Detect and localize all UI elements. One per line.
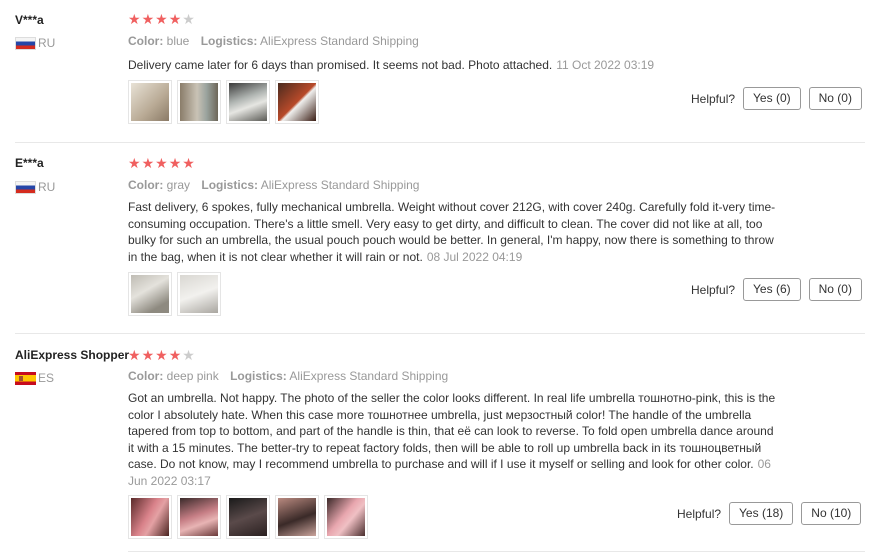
color-label: Color: (128, 34, 164, 48)
country-code: ES (38, 371, 55, 385)
star-icon: ★ (168, 347, 183, 363)
helpful-label: Helpful? (691, 282, 736, 297)
color-value: blue (166, 34, 190, 48)
russia-flag-icon (15, 180, 36, 194)
review-photo[interactable] (177, 495, 221, 539)
star-empty-icon: ★ (182, 11, 196, 27)
reviewer-country: RU (15, 180, 55, 194)
review-photo[interactable] (128, 80, 172, 124)
review-photos (128, 80, 319, 124)
star-icon: ★ (182, 155, 196, 171)
star-icon: ★ (128, 11, 142, 27)
star-icon: ★ (141, 11, 156, 27)
color-label: Color: (128, 369, 164, 383)
helpful-label: Helpful? (677, 506, 722, 521)
star-empty-icon: ★ (182, 347, 196, 363)
review-item: AliExpress Shopper ES ★★★★★ Color: deep … (0, 334, 865, 553)
star-icon: ★ (128, 347, 142, 363)
review-photos (128, 495, 368, 539)
review-date: 11 Oct 2022 03:19 (556, 58, 655, 72)
helpful-yes-button[interactable]: Yes (0) (743, 87, 801, 110)
review-photo[interactable] (275, 495, 319, 539)
logistics-value: AliExpress Standard Shipping (260, 34, 419, 48)
review-divider (128, 551, 865, 552)
star-icon: ★ (155, 347, 169, 363)
review-photo[interactable] (226, 495, 270, 539)
helpful-no-button[interactable]: No (10) (801, 502, 862, 525)
logistics-value: AliExpress Standard Shipping (289, 369, 449, 383)
order-attributes: Color: deep pink Logistics: AliExpress S… (128, 369, 448, 383)
reviewer-name: E***a (15, 156, 44, 170)
logistics-label: Logistics: (201, 178, 259, 192)
review-text-block: Delivery came later for 6 days than prom… (128, 57, 778, 74)
color-label: Color: (128, 178, 164, 192)
review-photo[interactable] (128, 272, 172, 316)
star-rating: ★★★★★ (128, 156, 196, 170)
order-attributes: Color: blue Logistics: AliExpress Standa… (128, 34, 419, 48)
reviewer-country: ES (15, 371, 54, 385)
logistics-label: Logistics: (200, 34, 258, 48)
review-text: Delivery came later for 6 days than prom… (128, 58, 553, 72)
helpful-votes: Helpful? Yes (6) No (0) (691, 278, 862, 301)
reviewer-name: V***a (15, 13, 44, 27)
review-photo[interactable] (177, 80, 221, 124)
review-text: Got an umbrella. Not happy. The photo of… (128, 391, 776, 471)
review-photo[interactable] (324, 495, 368, 539)
order-attributes: Color: gray Logistics: AliExpress Standa… (128, 178, 419, 192)
star-icon: ★ (141, 347, 156, 363)
russia-flag-icon (15, 36, 36, 50)
helpful-yes-button[interactable]: Yes (18) (729, 502, 794, 525)
color-value: gray (166, 178, 191, 192)
review-photos (128, 272, 221, 316)
star-icon: ★ (141, 155, 156, 171)
reviewer-country: RU (15, 36, 55, 50)
color-value: deep pink (166, 369, 219, 383)
helpful-votes: Helpful? Yes (0) No (0) (691, 87, 862, 110)
helpful-label: Helpful? (691, 91, 736, 106)
review-text-block: Got an umbrella. Not happy. The photo of… (128, 390, 778, 489)
star-rating: ★★★★★ (128, 12, 196, 26)
country-code: RU (38, 36, 56, 50)
logistics-label: Logistics: (230, 369, 287, 383)
logistics-value: AliExpress Standard Shipping (260, 178, 420, 192)
review-item: V***a RU ★★★★★ Color: blue Logistics: Al… (0, 0, 865, 143)
star-icon: ★ (168, 11, 183, 27)
country-code: RU (38, 180, 56, 194)
helpful-no-button[interactable]: No (0) (808, 278, 862, 301)
helpful-no-button[interactable]: No (0) (808, 87, 862, 110)
star-icon: ★ (128, 155, 142, 171)
review-photo[interactable] (128, 495, 172, 539)
review-photo[interactable] (226, 80, 270, 124)
helpful-yes-button[interactable]: Yes (6) (743, 278, 801, 301)
reviewer-name: AliExpress Shopper (15, 348, 130, 362)
review-photo[interactable] (177, 272, 221, 316)
star-icon: ★ (168, 155, 183, 171)
review-item: E***a RU ★★★★★ Color: gray Logistics: Al… (0, 143, 865, 333)
star-icon: ★ (155, 155, 169, 171)
review-text-block: Fast delivery, 6 spokes, fully mechanica… (128, 199, 778, 265)
review-photo[interactable] (275, 80, 319, 124)
star-icon: ★ (155, 11, 169, 27)
star-rating: ★★★★★ (128, 348, 196, 362)
helpful-votes: Helpful? Yes (18) No (10) (677, 502, 862, 525)
review-date: 08 Jul 2022 04:19 (426, 249, 523, 264)
spain-flag-icon (15, 371, 36, 385)
